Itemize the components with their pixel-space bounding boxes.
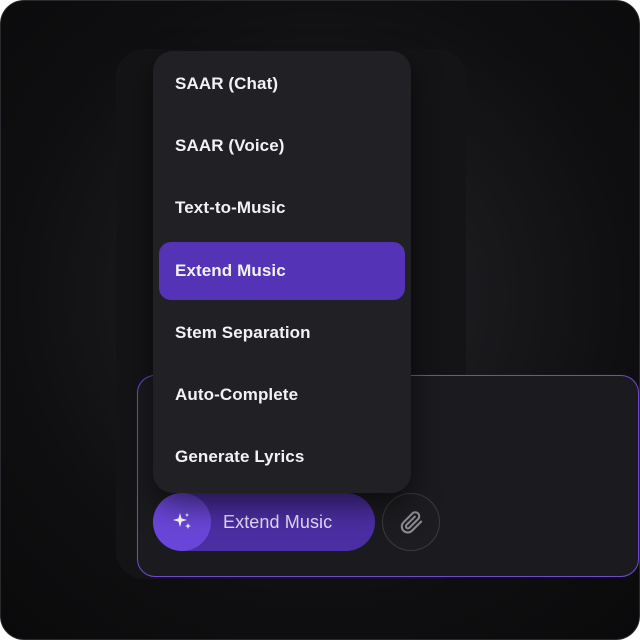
mode-select-label: Extend Music bbox=[223, 511, 333, 532]
attach-button[interactable] bbox=[382, 493, 440, 551]
menu-item-saar-chat[interactable]: SAAR (Chat) bbox=[159, 55, 405, 113]
app-frame: Extend Music SAAR (Chat) SAAR (Voice) Te… bbox=[0, 0, 640, 640]
menu-item-extend-music[interactable]: Extend Music bbox=[159, 242, 405, 300]
menu-item-saar-voice[interactable]: SAAR (Voice) bbox=[159, 117, 405, 175]
sparkle-icon-badge bbox=[153, 493, 211, 551]
menu-item-generate-lyrics[interactable]: Generate Lyrics bbox=[159, 428, 405, 486]
mode-select-button[interactable]: Extend Music bbox=[153, 493, 375, 551]
menu-item-stem-separation[interactable]: Stem Separation bbox=[159, 304, 405, 362]
paperclip-icon bbox=[400, 511, 423, 534]
menu-item-text-to-music[interactable]: Text-to-Music bbox=[159, 179, 405, 237]
mode-dropdown-menu: SAAR (Chat) SAAR (Voice) Text-to-Music E… bbox=[153, 51, 411, 493]
menu-item-auto-complete[interactable]: Auto-Complete bbox=[159, 366, 405, 424]
sparkle-icon bbox=[173, 513, 191, 529]
